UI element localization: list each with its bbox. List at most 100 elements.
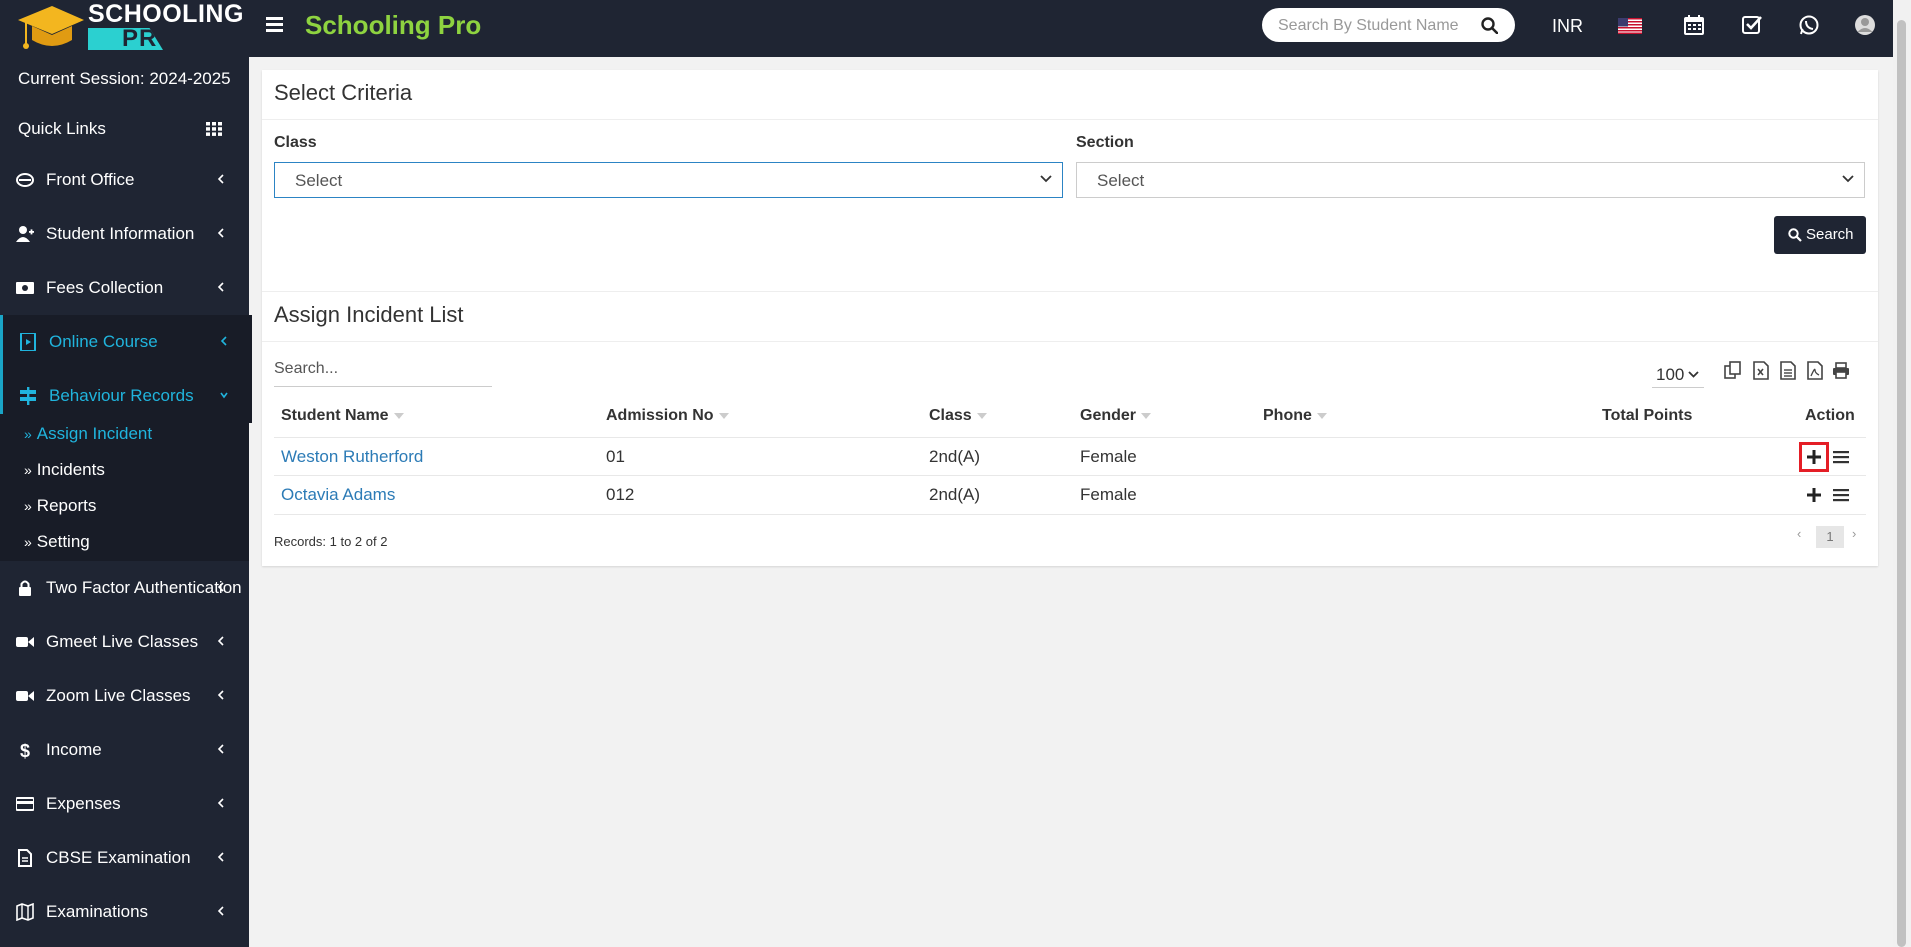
sidebar-item-label: Two Factor Authentication bbox=[46, 578, 242, 597]
section-select[interactable]: Select bbox=[1076, 162, 1865, 198]
double-chevron-icon: » bbox=[24, 462, 32, 478]
chevron-left-icon bbox=[217, 798, 224, 808]
submenu-item-setting[interactable]: » Setting bbox=[24, 532, 90, 552]
sidebar-item-cbse-examination[interactable]: CBSE Examination bbox=[0, 831, 249, 885]
submenu-item-assign-incident[interactable]: » Assign Incident bbox=[24, 424, 152, 444]
column-header-gender[interactable]: Gender bbox=[1080, 407, 1152, 425]
sidebar-item-label: Income bbox=[46, 740, 102, 759]
sidebar-item-income[interactable]: $ Income bbox=[0, 723, 249, 777]
column-header-label: Student Name bbox=[281, 407, 389, 424]
admission-no-cell: 012 bbox=[606, 485, 635, 504]
submenu-item-incidents[interactable]: » Incidents bbox=[24, 460, 105, 480]
svg-text:$: $ bbox=[20, 741, 30, 759]
main-panel: Select Criteria Class Select Section Sel… bbox=[262, 70, 1878, 566]
table-search bbox=[274, 358, 492, 387]
submenu-item-label: Assign Incident bbox=[36, 424, 153, 443]
lock-icon bbox=[19, 580, 31, 596]
column-header-admission-no[interactable]: Admission No bbox=[606, 407, 729, 425]
sidebar-item-examinations[interactable]: Examinations bbox=[0, 885, 249, 939]
search-icon[interactable] bbox=[1481, 17, 1498, 34]
admission-no-cell: 01 bbox=[606, 447, 625, 466]
calendar-icon[interactable] bbox=[1683, 14, 1705, 36]
submenu-item-label: Reports bbox=[36, 496, 97, 515]
chevron-left-icon bbox=[217, 282, 224, 292]
sidebar-item-label: Behaviour Records bbox=[49, 386, 194, 405]
current-session[interactable]: Current Session: 2024-2025 bbox=[18, 69, 231, 89]
scrollbar-thumb[interactable] bbox=[1897, 20, 1906, 947]
sidebar-item-student-information[interactable]: Student Information bbox=[0, 207, 249, 261]
student-name-link[interactable]: Octavia Adams bbox=[281, 485, 395, 505]
select-criteria-title: Select Criteria bbox=[274, 80, 413, 105]
chevron-down-icon bbox=[220, 392, 228, 399]
section-label: Section bbox=[1076, 134, 1134, 151]
currency-selector[interactable]: INR bbox=[1552, 16, 1583, 37]
add-incident-plus-icon[interactable] bbox=[1799, 442, 1829, 472]
brand-logo[interactable]: SCHOOLING PRO bbox=[0, 0, 249, 57]
sidebar-item-zoom-live-classes[interactable]: Zoom Live Classes bbox=[0, 669, 249, 723]
column-header-total-points: Total Points bbox=[1602, 407, 1692, 425]
divider bbox=[262, 291, 1878, 292]
search-button[interactable]: Search bbox=[1774, 216, 1866, 254]
video-icon bbox=[16, 637, 34, 647]
sidebar-item-fees-collection[interactable]: Fees Collection bbox=[0, 261, 249, 315]
dollar-icon: $ bbox=[20, 741, 30, 759]
logo-text-pro: PRO bbox=[122, 25, 178, 52]
pdf-icon[interactable] bbox=[1806, 361, 1824, 380]
signpost-icon bbox=[20, 387, 36, 405]
column-header-class[interactable]: Class bbox=[929, 407, 987, 425]
whatsapp-icon[interactable] bbox=[1798, 14, 1820, 36]
flag-us-icon[interactable] bbox=[1618, 18, 1642, 34]
quick-links[interactable]: Quick Links bbox=[18, 119, 106, 139]
student-name-link[interactable]: Weston Rutherford bbox=[281, 447, 423, 467]
hamburger-menu-icon[interactable] bbox=[266, 17, 283, 32]
user-avatar-icon[interactable] bbox=[1854, 14, 1876, 36]
sidebar-item-two-factor-authentication[interactable]: Two Factor Authentication bbox=[0, 561, 249, 615]
list-menu-icon[interactable] bbox=[1833, 450, 1849, 464]
pagination-next[interactable]: › bbox=[1852, 526, 1856, 541]
sidebar-item-front-office[interactable]: Front Office bbox=[0, 153, 249, 207]
double-chevron-icon: » bbox=[24, 534, 32, 550]
page-size-select[interactable]: 100 bbox=[1652, 362, 1704, 388]
pagination-page-1[interactable]: 1 bbox=[1816, 526, 1844, 548]
sidebar-item-expenses[interactable]: Expenses bbox=[0, 777, 249, 831]
sidebar-item-label: Student Information bbox=[46, 224, 195, 243]
graduation-cap-icon bbox=[18, 6, 84, 49]
column-header-label: Admission No bbox=[606, 407, 714, 424]
add-incident-plus-icon[interactable] bbox=[1802, 483, 1826, 507]
submenu-item-reports[interactable]: » Reports bbox=[24, 496, 96, 516]
sidebar-item-gmeet-live-classes[interactable]: Gmeet Live Classes bbox=[0, 615, 249, 669]
gender-cell: Female bbox=[1080, 447, 1137, 466]
column-header-label: Class bbox=[929, 407, 972, 424]
copy-icon[interactable] bbox=[1724, 361, 1742, 380]
table-search-input[interactable] bbox=[274, 358, 484, 380]
checklist-icon[interactable] bbox=[1741, 14, 1763, 36]
divider bbox=[262, 119, 1878, 120]
divider bbox=[262, 341, 1878, 342]
map-icon bbox=[16, 903, 34, 921]
credit-card-icon bbox=[16, 797, 34, 811]
row-divider bbox=[274, 514, 1866, 515]
double-chevron-icon: » bbox=[24, 498, 32, 514]
list-menu-icon[interactable] bbox=[1833, 488, 1849, 502]
sidebar-item-label: Zoom Live Classes bbox=[46, 686, 191, 705]
grid-icon[interactable] bbox=[206, 122, 222, 136]
submenu-item-label: Setting bbox=[36, 532, 90, 551]
document-icon bbox=[18, 849, 32, 867]
chevron-left-icon bbox=[217, 852, 224, 862]
csv-icon[interactable] bbox=[1779, 361, 1797, 380]
class-select[interactable]: Select bbox=[274, 162, 1063, 198]
chevron-down-icon bbox=[1842, 175, 1854, 183]
print-icon[interactable] bbox=[1832, 361, 1850, 380]
behaviour-records-submenu: » Assign Incident » Incidents » Reports » Se… bbox=[0, 414, 249, 561]
student-search-input[interactable] bbox=[1276, 14, 1460, 38]
pagination-prev[interactable]: ‹ bbox=[1797, 526, 1801, 541]
column-header-student-name[interactable]: Student Name bbox=[281, 407, 404, 425]
sidebar-item-label: Front Office bbox=[46, 170, 135, 189]
excel-icon[interactable] bbox=[1752, 361, 1770, 380]
sidebar-item-online-course[interactable]: Online Course bbox=[0, 315, 252, 369]
submenu-item-label: Incidents bbox=[36, 460, 105, 479]
column-header-label: Total Points bbox=[1602, 407, 1693, 424]
column-header-phone[interactable]: Phone bbox=[1263, 407, 1327, 425]
class-cell: 2nd(A) bbox=[929, 447, 981, 466]
chevron-left-icon bbox=[217, 744, 224, 754]
